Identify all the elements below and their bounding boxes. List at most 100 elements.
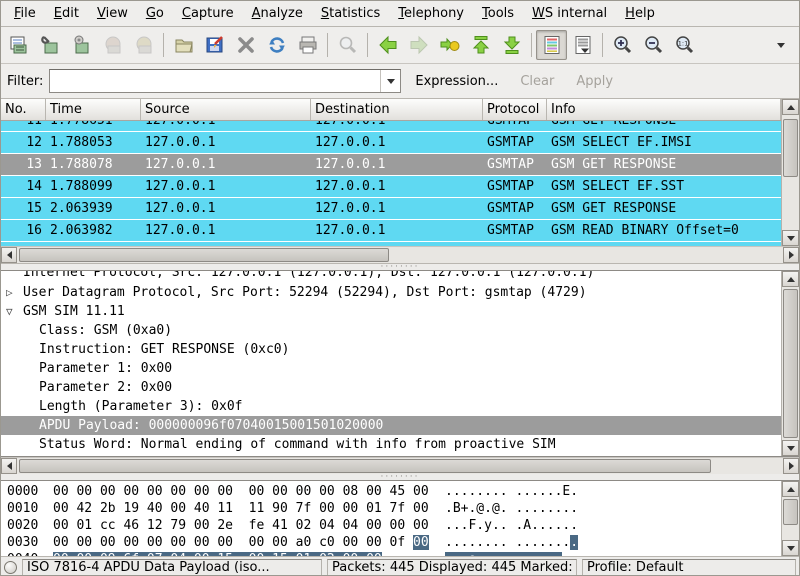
apply-button[interactable]: Apply	[568, 70, 621, 93]
expander-closed-icon[interactable]: ▷	[6, 283, 20, 302]
packet-row-partial[interactable]: 11 1.778651 127.0.0.1 127.0.0.1 GSMTAP G…	[1, 121, 781, 132]
toolbar-autoscroll-button[interactable]	[567, 30, 598, 60]
detail-line-class[interactable]: Class: GSM (0xa0)	[1, 321, 781, 340]
hex-byte-highlighted: 00	[413, 535, 429, 550]
toolbar-zoom-out-button[interactable]	[638, 30, 669, 60]
packet-row[interactable]: 12 1.788053 127.0.0.1 127.0.0.1 GSMTAP G…	[1, 132, 781, 154]
packet-row-selected[interactable]: 13 1.788078 127.0.0.1 127.0.0.1 GSMTAP G…	[1, 154, 781, 176]
scrollbar-thumb[interactable]	[19, 459, 711, 473]
toolbar-capture-restart-button[interactable]	[128, 30, 159, 60]
scrollbar-thumb[interactable]	[783, 119, 798, 177]
scroll-up-button[interactable]	[782, 99, 799, 115]
filter-input[interactable]	[50, 70, 380, 92]
toolbar-save-button[interactable]	[199, 30, 230, 60]
toolbar-find-button[interactable]	[332, 30, 363, 60]
capture-restart-icon	[133, 34, 155, 56]
detail-line-ip[interactable]: Internet Protocol, Src: 127.0.0.1 (127.0…	[1, 271, 781, 282]
scroll-left-button[interactable]	[1, 458, 17, 474]
cell-info: GSM SELECT EF.SST	[547, 179, 781, 194]
toolbar-close-button[interactable]	[230, 30, 261, 60]
toolbar-capture-options-button[interactable]	[35, 30, 66, 60]
column-header-destination[interactable]: Destination	[311, 99, 483, 120]
menu-file[interactable]: File	[5, 3, 45, 24]
hex-row[interactable]: 001000 42 2b 19 40 00 40 11 11 90 7f 00 …	[7, 500, 781, 517]
cell-source: 127.0.0.1	[141, 157, 311, 172]
scroll-down-button[interactable]	[782, 440, 799, 456]
cell-protocol: GSMTAP	[483, 223, 547, 238]
menu-help[interactable]: Help	[616, 3, 664, 24]
detail-line-gsm-sim[interactable]: ▽GSM SIM 11.11	[1, 302, 781, 321]
menu-tools[interactable]: Tools	[473, 3, 523, 24]
cell-source: 127.0.0.1	[141, 201, 311, 216]
scroll-up-button[interactable]	[782, 481, 799, 497]
packet-row[interactable]: 15 2.063939 127.0.0.1 127.0.0.1 GSMTAP G…	[1, 198, 781, 220]
toolbar-forward-button[interactable]	[403, 30, 434, 60]
detail-line-param1[interactable]: Parameter 1: 0x00	[1, 359, 781, 378]
detail-line-length[interactable]: Length (Parameter 3): 0x0f	[1, 397, 781, 416]
toolbar-back-button[interactable]	[372, 30, 403, 60]
column-header-no[interactable]: No.	[1, 99, 46, 120]
zoom-in-icon	[612, 34, 634, 56]
detail-line-status-word[interactable]: Status Word: Normal ending of command wi…	[1, 435, 781, 454]
detail-line-param2[interactable]: Parameter 2: 0x00	[1, 378, 781, 397]
detail-line-apdu-selected[interactable]: APDU Payload: 000000096f0704001500150102…	[1, 416, 781, 435]
toolbar-goto-packet-button[interactable]	[434, 30, 465, 60]
cell-destination: 127.0.0.1	[311, 121, 483, 128]
toolbar-capture-start-button[interactable]	[66, 30, 97, 60]
scroll-right-button[interactable]	[783, 247, 799, 263]
toolbar-colorize-button[interactable]	[536, 30, 567, 60]
menu-capture[interactable]: Capture	[173, 3, 243, 24]
scroll-up-button[interactable]	[782, 271, 799, 287]
filter-dropdown-button[interactable]	[380, 70, 400, 92]
scroll-left-button[interactable]	[1, 247, 17, 263]
column-header-time[interactable]: Time	[46, 99, 141, 120]
menu-telephony[interactable]: Telephony	[389, 3, 473, 24]
toolbar-interfaces-button[interactable]	[4, 30, 35, 60]
cell-no: 14	[1, 179, 46, 194]
toolbar-overflow-button[interactable]	[765, 30, 796, 60]
menu-ws-internal[interactable]: WS internal	[523, 3, 616, 24]
detail-line-instruction[interactable]: Instruction: GET RESPONSE (0xc0)	[1, 340, 781, 359]
scrollbar-thumb[interactable]	[19, 248, 389, 262]
cell-info: GSM READ BINARY Offset=0	[547, 223, 781, 238]
menu-edit[interactable]: Edit	[45, 3, 88, 24]
scrollbar-thumb[interactable]	[783, 499, 798, 525]
menu-statistics[interactable]: Statistics	[312, 3, 389, 24]
column-header-protocol[interactable]: Protocol	[483, 99, 547, 120]
toolbar-open-button[interactable]	[168, 30, 199, 60]
cell-destination: 127.0.0.1	[311, 223, 483, 238]
menu-go[interactable]: Go	[137, 3, 173, 24]
forward-arrow-icon	[408, 34, 430, 56]
toolbar-zoom-in-button[interactable]	[607, 30, 638, 60]
packet-row[interactable]: 14 1.788099 127.0.0.1 127.0.0.1 GSMTAP G…	[1, 176, 781, 198]
menu-analyze[interactable]: Analyze	[243, 3, 312, 24]
toolbar-capture-stop-button[interactable]	[97, 30, 128, 60]
status-profile[interactable]: Profile: Default	[582, 559, 796, 576]
column-header-info[interactable]: Info	[547, 99, 781, 120]
detail-line-udp[interactable]: ▷User Datagram Protocol, Src Port: 52294…	[1, 283, 781, 302]
toolbar-goto-bottom-button[interactable]	[496, 30, 527, 60]
scroll-right-button[interactable]	[783, 458, 799, 474]
scrollbar-thumb[interactable]	[783, 289, 798, 438]
hex-offset: 0010	[7, 500, 53, 517]
column-header-source[interactable]: Source	[141, 99, 311, 120]
toolbar-reload-button[interactable]	[261, 30, 292, 60]
expander-open-icon[interactable]: ▽	[6, 302, 20, 321]
hex-row[interactable]: 002000 01 cc 46 12 79 00 2e fe 41 02 04 …	[7, 517, 781, 534]
details-vertical-scrollbar	[781, 271, 799, 456]
scroll-down-button[interactable]	[782, 540, 799, 556]
toolbar-print-button[interactable]	[292, 30, 323, 60]
toolbar-zoom-100-button[interactable]: 1:1	[669, 30, 700, 60]
expression-button[interactable]: Expression...	[407, 70, 506, 93]
packet-row[interactable]: 16 2.063982 127.0.0.1 127.0.0.1 GSMTAP G…	[1, 220, 781, 242]
hex-row[interactable]: 003000 00 00 00 00 00 00 00 00 00 a0 c0 …	[7, 534, 781, 551]
expert-info-icon[interactable]	[4, 561, 17, 574]
reload-icon	[266, 34, 288, 56]
hex-row[interactable]: 000000 00 00 00 00 00 00 00 00 00 00 00 …	[7, 483, 781, 500]
filter-entry[interactable]	[49, 69, 401, 93]
menu-view[interactable]: View	[88, 3, 137, 24]
clear-button[interactable]: Clear	[512, 70, 562, 93]
scroll-down-button[interactable]	[782, 230, 799, 246]
toolbar-goto-top-button[interactable]	[465, 30, 496, 60]
filter-label: Filter:	[7, 74, 43, 89]
